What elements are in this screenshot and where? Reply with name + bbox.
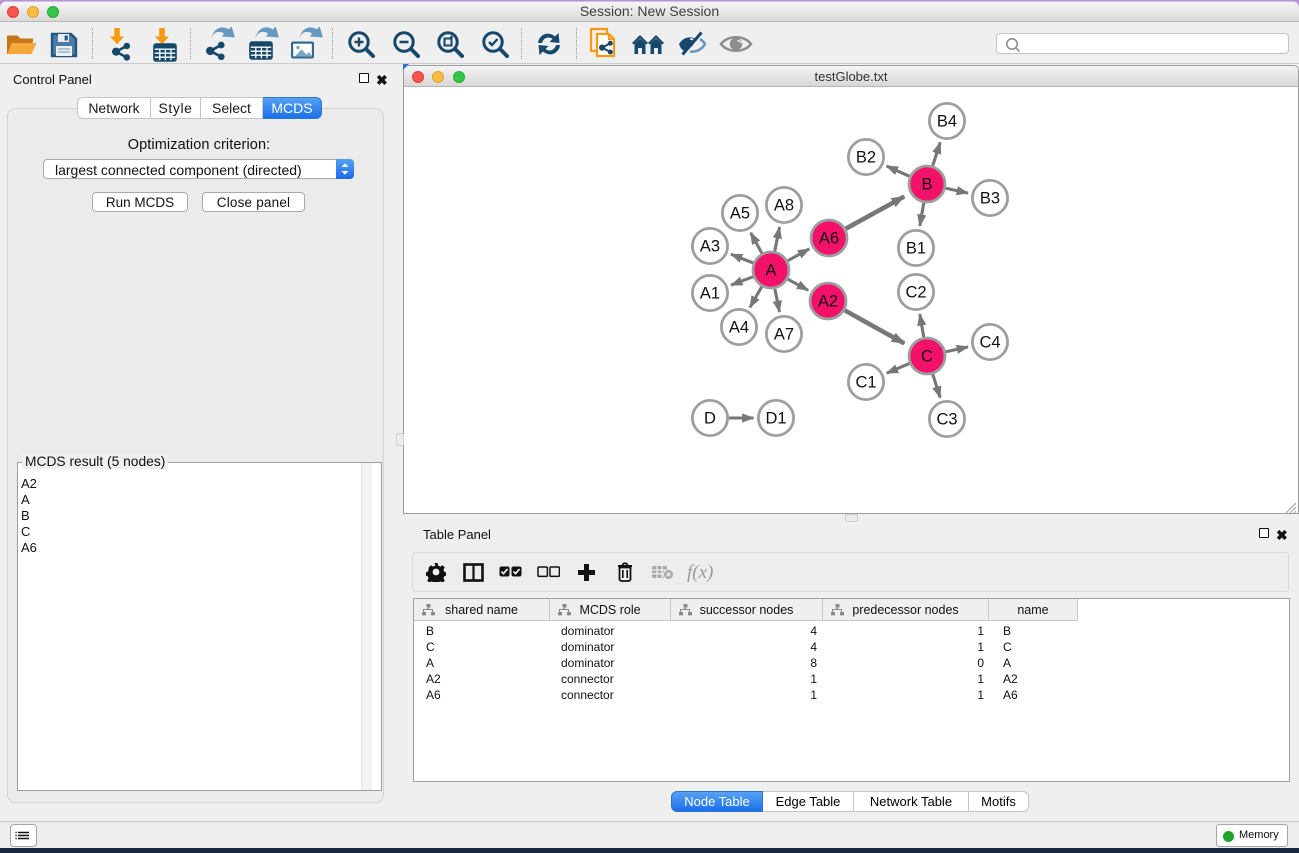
svg-text:C3: C3 <box>936 411 957 429</box>
svg-text:B4: B4 <box>937 113 957 131</box>
svg-text:B2: B2 <box>856 149 876 167</box>
svg-text:C1: C1 <box>855 374 876 392</box>
svg-text:A8: A8 <box>774 197 794 215</box>
svg-text:B1: B1 <box>906 240 926 258</box>
svg-text:A2: A2 <box>818 293 838 311</box>
svg-text:C4: C4 <box>979 334 1000 352</box>
svg-text:C2: C2 <box>905 284 926 302</box>
svg-text:C: C <box>921 348 933 366</box>
svg-text:A1: A1 <box>700 285 720 303</box>
svg-text:D1: D1 <box>765 410 786 428</box>
svg-text:A6: A6 <box>819 230 839 248</box>
svg-text:D: D <box>704 410 716 428</box>
svg-text:A: A <box>765 262 776 280</box>
svg-text:A5: A5 <box>730 205 750 223</box>
svg-text:B3: B3 <box>980 190 1000 208</box>
svg-text:A7: A7 <box>774 326 794 344</box>
svg-text:A4: A4 <box>729 319 749 337</box>
svg-text:B: B <box>921 176 932 194</box>
svg-text:A3: A3 <box>700 238 720 256</box>
